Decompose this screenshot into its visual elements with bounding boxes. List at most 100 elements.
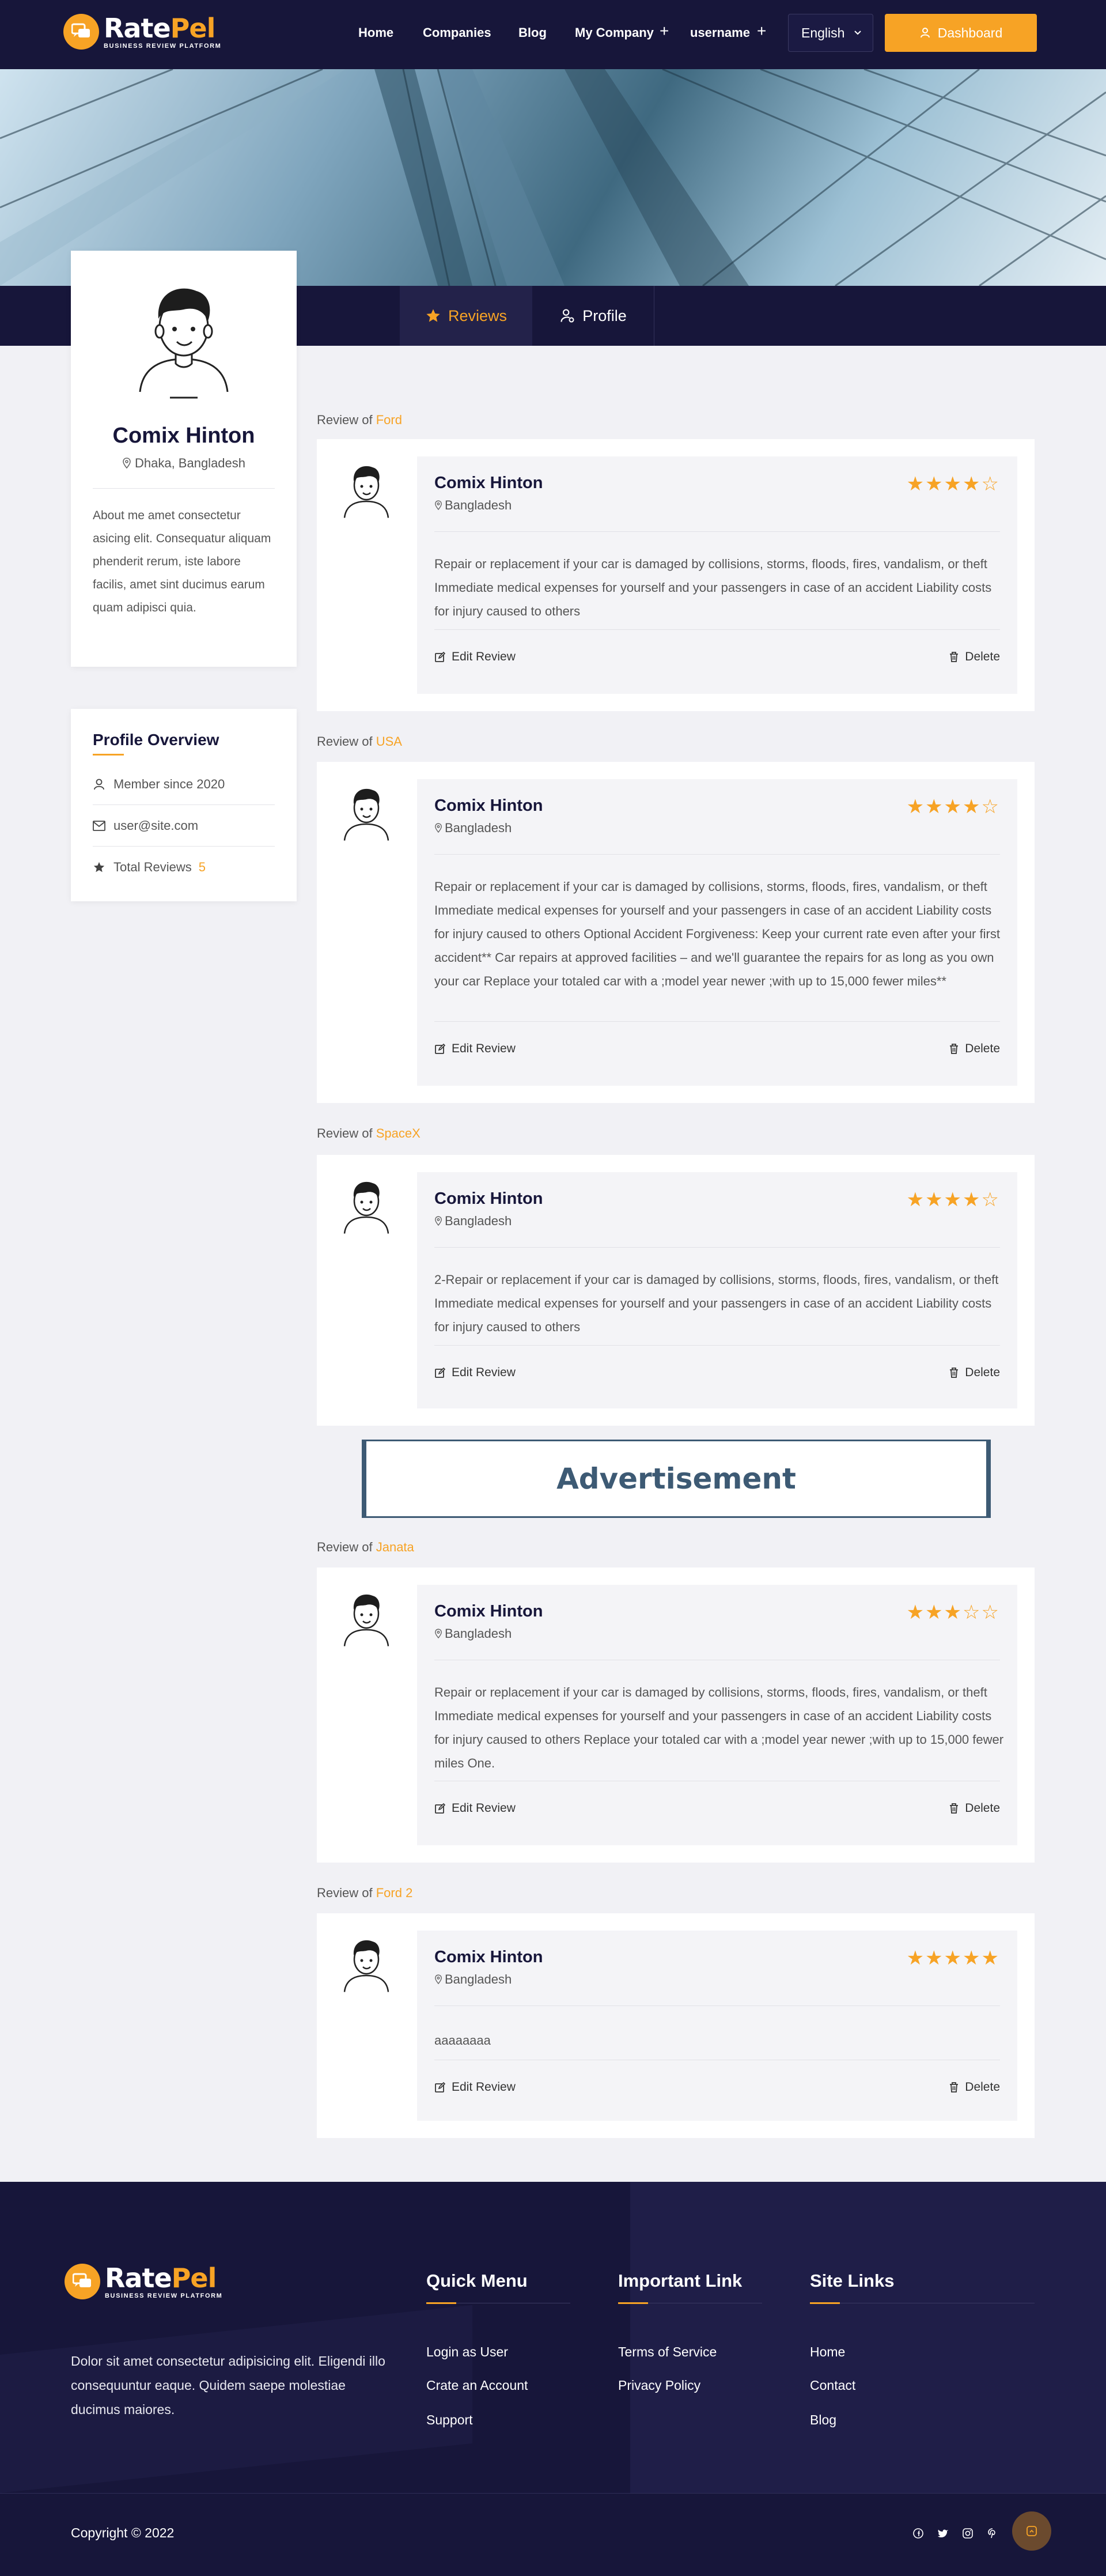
footer-link-terms[interactable]: Terms of Service: [618, 2344, 717, 2360]
review-company-link[interactable]: Ford 2: [376, 1886, 413, 1900]
logo-text-white: Rate: [105, 2262, 172, 2294]
reviewer-avatar: [338, 1587, 395, 1653]
rating-stars: ★★★★☆: [907, 795, 1000, 818]
delete-review-button[interactable]: Delete: [949, 1042, 1000, 1056]
delete-review-button[interactable]: Delete: [949, 650, 1000, 664]
edit-icon: [435, 2082, 446, 2092]
advertisement-banner[interactable]: Advertisement: [362, 1440, 991, 1518]
chevron-down-icon: [854, 31, 861, 35]
map-pin-icon: [435, 1629, 442, 1639]
plus-icon[interactable]: +: [660, 22, 669, 40]
footer-link-blog[interactable]: Blog: [810, 2412, 836, 2428]
instagram-icon[interactable]: [961, 2526, 975, 2540]
divider: [0, 2493, 1106, 2494]
edit-review-button[interactable]: Edit Review: [434, 2080, 516, 2094]
twitter-icon[interactable]: [936, 2526, 950, 2540]
reviewer-location-text: Bangladesh: [445, 1626, 512, 1641]
nav-blog[interactable]: Blog: [518, 25, 547, 40]
profile-location: Dhaka, Bangladesh: [71, 456, 297, 471]
plus-icon[interactable]: +: [757, 22, 766, 40]
profile-about: About me amet consectetur asicing elit. …: [93, 509, 271, 614]
review-card: Comix Hinton Bangladesh ★★★☆☆ Repair or rep…: [317, 1567, 1035, 1863]
star-filled-icon: ★: [925, 1189, 944, 1211]
star-filled-icon: ★: [906, 796, 926, 818]
member-since-text: Member since 2020: [113, 777, 225, 791]
footer-link-create-account[interactable]: Crate an Account: [426, 2378, 528, 2393]
edit-review-button[interactable]: Edit Review: [434, 1801, 516, 1815]
review-company-link[interactable]: SpaceX: [376, 1126, 421, 1140]
footer-logo[interactable]: RatePel BUSINESS REVIEW PLATFORM: [65, 2264, 222, 2299]
rating-stars: ★★★★☆: [907, 1188, 1000, 1211]
site-logo[interactable]: RatePel BUSINESS REVIEW PLATFORM: [63, 14, 221, 50]
footer-link-home[interactable]: Home: [810, 2344, 845, 2360]
footer-bg-shape: [630, 2182, 1106, 2493]
star-filled-icon: ★: [963, 796, 982, 818]
logo-tagline: BUSINESS REVIEW PLATFORM: [104, 42, 222, 50]
profile-location-text: Dhaka, Bangladesh: [134, 456, 246, 470]
star-filled-icon: ★: [906, 1189, 926, 1211]
trash-icon: [950, 1368, 959, 1378]
nav-companies[interactable]: Companies: [423, 25, 491, 40]
edit-review-button[interactable]: Edit Review: [434, 650, 516, 664]
review-company-link[interactable]: Janata: [376, 1540, 414, 1554]
star-filled-icon: ★: [944, 1601, 963, 1623]
edit-review-label: Edit Review: [452, 1042, 516, 1055]
star-filled-icon: ★: [944, 1189, 963, 1211]
scroll-to-top-button[interactable]: [1012, 2511, 1051, 2551]
nav-home[interactable]: Home: [358, 25, 393, 40]
tab-profile[interactable]: Profile: [532, 286, 654, 346]
footer-link-contact[interactable]: Contact: [810, 2378, 855, 2393]
delete-review-label: Delete: [965, 650, 1000, 663]
star-filled-icon: ★: [963, 473, 982, 495]
delete-review-label: Delete: [965, 1801, 1000, 1815]
map-pin-icon: [435, 823, 442, 833]
footer-link-privacy[interactable]: Privacy Policy: [618, 2378, 700, 2393]
delete-review-label: Delete: [965, 1366, 1000, 1379]
star-filled-icon: ★: [963, 1189, 982, 1211]
edit-review-button[interactable]: Edit Review: [434, 1366, 516, 1380]
nav-my-company[interactable]: My Company: [575, 25, 654, 40]
star-filled-icon: ★: [925, 1947, 944, 1969]
star-filled-icon: ★: [906, 1601, 926, 1623]
delete-review-label: Delete: [965, 2080, 1000, 2094]
reviewer-name: Comix Hinton: [434, 796, 543, 815]
rating-stars: ★★★☆☆: [907, 1601, 1000, 1624]
footer-link-login[interactable]: Login as User: [426, 2344, 508, 2360]
review-card: Comix Hinton Bangladesh ★★★★☆ Repair or rep…: [317, 439, 1035, 711]
nav-username[interactable]: username: [690, 25, 750, 40]
review-company-link[interactable]: Ford: [376, 413, 402, 427]
delete-review-button[interactable]: Delete: [949, 1366, 1000, 1380]
email-text: user@site.com: [113, 818, 199, 833]
star-filled-icon: ★: [981, 1947, 1000, 1969]
map-pin-icon: [123, 458, 131, 469]
facebook-icon[interactable]: [911, 2526, 925, 2540]
edit-review-button[interactable]: Edit Review: [434, 1042, 516, 1056]
title-accent: [426, 2302, 456, 2304]
review-of-prefix: Review of: [317, 1886, 373, 1900]
pinterest-icon[interactable]: [986, 2526, 999, 2540]
tab-reviews[interactable]: Reviews: [400, 286, 532, 346]
tab-reviews-label: Reviews: [448, 307, 507, 324]
delete-review-button[interactable]: Delete: [949, 1801, 1000, 1815]
divider: [93, 804, 275, 805]
reviewer-name: Comix Hinton: [434, 474, 543, 492]
language-select[interactable]: English: [788, 14, 873, 52]
edit-icon: [435, 1803, 446, 1814]
review-text: 2-Repair or replacement if your car is d…: [434, 1272, 999, 1334]
delete-review-button[interactable]: Delete: [949, 2080, 1000, 2094]
rating-stars: ★★★★★: [907, 1947, 1000, 1970]
overview-title: Profile Overview: [93, 731, 219, 749]
edit-review-label: Edit Review: [452, 2080, 516, 2094]
copyright: Copyright © 2022: [71, 2525, 175, 2540]
reviewer-location: Bangladesh: [434, 498, 512, 513]
footer-link-support[interactable]: Support: [426, 2412, 473, 2428]
review-company-link[interactable]: USA: [376, 734, 402, 749]
mail-icon: [93, 821, 105, 831]
title-accent: [93, 754, 124, 756]
dashboard-button[interactable]: Dashboard: [885, 14, 1037, 52]
profile-card: Comix Hinton Dhaka, Bangladesh About me …: [71, 251, 297, 667]
star-filled-icon: ★: [925, 796, 944, 818]
star-filled-icon: ★: [925, 473, 944, 495]
reviewer-name: Comix Hinton: [434, 1189, 543, 1208]
avatar: [139, 288, 229, 399]
